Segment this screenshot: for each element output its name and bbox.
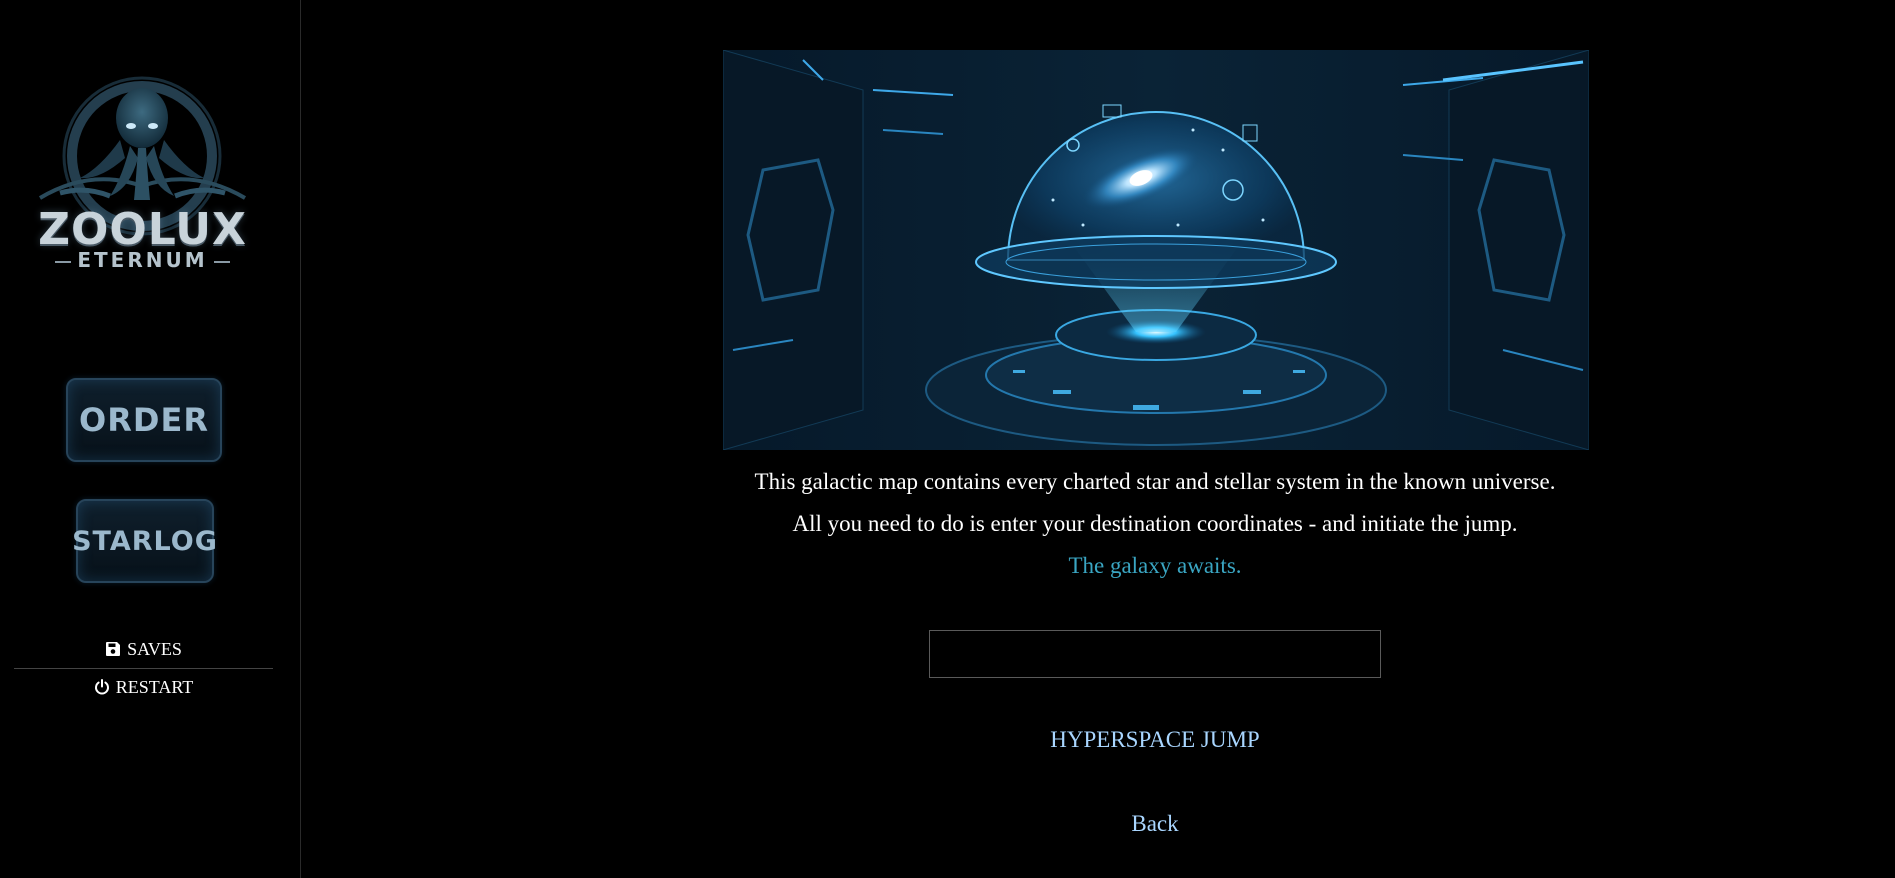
- restart-link[interactable]: RESTART: [14, 674, 273, 700]
- intro-text-line-2: All you need to do is enter your destina…: [792, 511, 1518, 536]
- intro-text-line-3: The galaxy awaits.: [1068, 553, 1242, 578]
- saves-link[interactable]: SAVES: [14, 636, 273, 662]
- back-link[interactable]: Back: [1055, 811, 1255, 837]
- floppy-disk-icon: [106, 642, 121, 656]
- sidebar: ZOOLUX ETERNUM ORDER STARLOG SAVES RESTA…: [0, 0, 301, 878]
- galaxy-map-image: [723, 50, 1589, 450]
- power-icon: [94, 679, 109, 695]
- logo-subtitle: ETERNUM: [30, 248, 255, 272]
- galaxy-map-illustration: [723, 50, 1589, 450]
- starlog-button[interactable]: STARLOG: [72, 499, 217, 583]
- destination-coordinates-input[interactable]: [929, 630, 1381, 678]
- intro-text-line-1: This galactic map contains every charted…: [754, 469, 1556, 494]
- menu-divider: [14, 668, 273, 669]
- restart-label: RESTART: [115, 676, 194, 697]
- hyperspace-jump-link[interactable]: HYPERSPACE JUMP: [955, 727, 1355, 753]
- app-root: ZOOLUX ETERNUM ORDER STARLOG SAVES RESTA…: [0, 0, 1895, 878]
- game-logo: ZOOLUX ETERNUM: [30, 68, 255, 283]
- saves-label: SAVES: [127, 638, 182, 659]
- order-button[interactable]: ORDER: [66, 378, 222, 462]
